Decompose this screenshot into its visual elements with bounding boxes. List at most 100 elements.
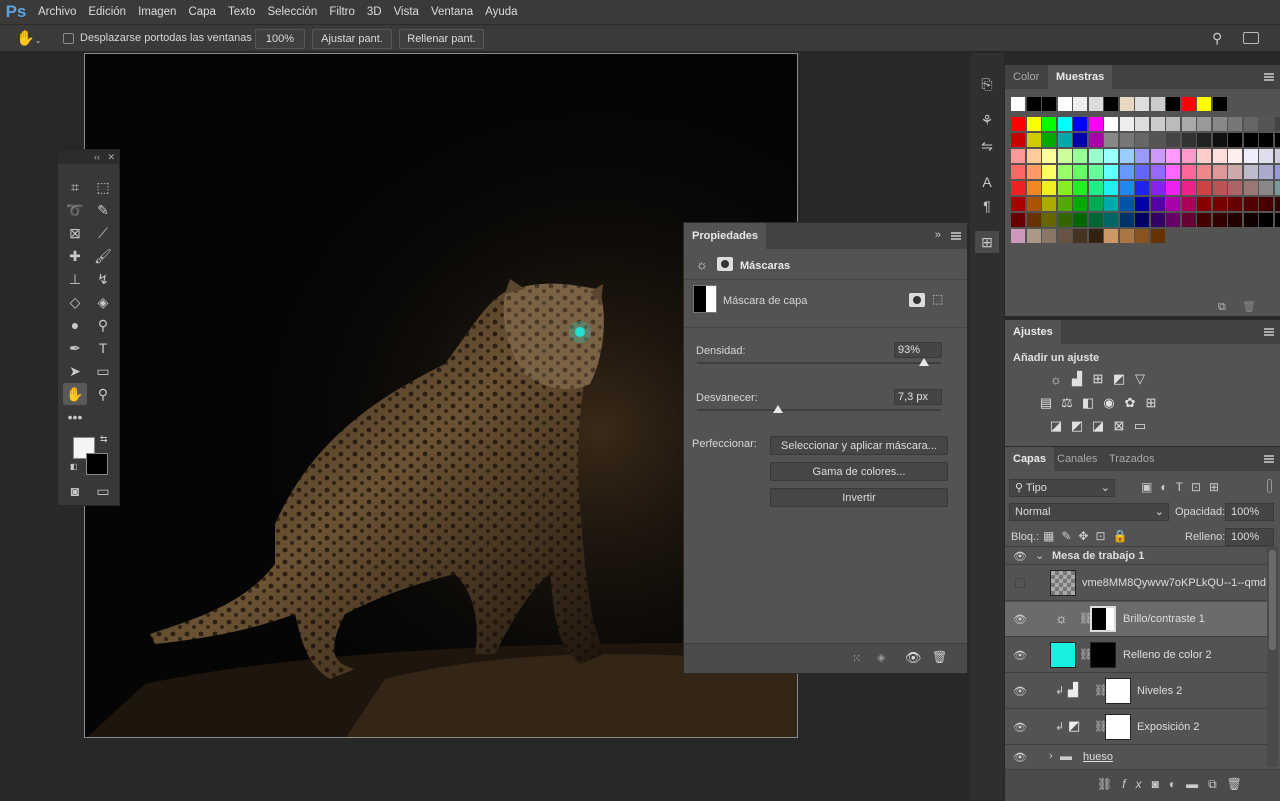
black-white-icon[interactable]: ◧ xyxy=(1079,394,1097,412)
color-swatch[interactable] xyxy=(1120,117,1134,131)
color-swatch[interactable] xyxy=(1011,97,1025,111)
filter-toggle[interactable] xyxy=(1267,479,1272,493)
color-swatch[interactable] xyxy=(1104,149,1118,163)
crop-tool-icon[interactable]: ⌗ xyxy=(63,176,87,198)
mask-section-icon[interactable] xyxy=(717,257,733,271)
color-swatch[interactable] xyxy=(1058,181,1072,195)
color-swatch[interactable] xyxy=(1089,181,1103,195)
character-panel-icon[interactable]: A xyxy=(975,171,999,193)
brightness-adjustment-icon[interactable]: ☼ xyxy=(696,257,712,273)
color-swatch[interactable] xyxy=(1228,165,1242,179)
color-swatch[interactable] xyxy=(1151,181,1165,195)
color-swatch[interactable] xyxy=(1166,149,1180,163)
layer-row-selected[interactable]: 👁 ☼ ⛓ Brillo/contraste 1 xyxy=(1005,602,1267,637)
visibility-eye-icon[interactable]: 👁 xyxy=(1013,721,1027,734)
color-swatch[interactable] xyxy=(1166,117,1180,131)
tab-layers[interactable]: Capas xyxy=(1005,447,1054,471)
color-swatch[interactable] xyxy=(1058,97,1072,111)
fill-field[interactable]: 100% xyxy=(1225,528,1274,546)
select-pixel-mask-icon[interactable] xyxy=(909,293,925,307)
visibility-eye-icon[interactable]: 👁 xyxy=(1013,550,1027,563)
color-swatch[interactable] xyxy=(1166,197,1180,211)
layer-filter-icons[interactable]: ▣◐T⊡⊞ xyxy=(1141,480,1227,494)
color-swatch[interactable] xyxy=(1151,117,1165,131)
visibility-eye-icon[interactable]: 👁 xyxy=(1013,685,1027,698)
swatch-grid[interactable] xyxy=(1005,97,1280,277)
color-swatch[interactable] xyxy=(1027,165,1041,179)
opacity-field[interactable]: 100% xyxy=(1225,503,1274,521)
menu-archivo[interactable]: Archivo xyxy=(32,0,82,24)
fit-screen-button[interactable]: Ajustar pant. xyxy=(312,29,392,49)
color-swatch[interactable] xyxy=(1011,181,1025,195)
visibility-eye-icon[interactable]: 👁 xyxy=(1013,751,1027,764)
color-swatch[interactable] xyxy=(1073,165,1087,179)
color-swatch[interactable] xyxy=(1244,213,1258,227)
layer-row[interactable]: 👁 ⛓ Relleno de color 2 xyxy=(1005,638,1267,673)
color-swatch[interactable] xyxy=(1027,133,1041,147)
color-swatch[interactable] xyxy=(1135,181,1149,195)
color-swatch[interactable] xyxy=(1213,181,1227,195)
color-swatch[interactable] xyxy=(1089,165,1103,179)
color-swatch[interactable] xyxy=(1166,133,1180,147)
color-swatch[interactable] xyxy=(1166,213,1180,227)
color-swatch[interactable] xyxy=(1058,117,1072,131)
color-swatch[interactable] xyxy=(1042,165,1056,179)
color-swatch[interactable] xyxy=(1120,197,1134,211)
color-swatch[interactable] xyxy=(1259,197,1273,211)
levels-icon[interactable]: ▟ xyxy=(1068,370,1086,388)
color-swatch[interactable] xyxy=(1042,117,1056,131)
color-swatch[interactable] xyxy=(1197,133,1211,147)
color-swatch[interactable] xyxy=(1120,229,1134,243)
feather-value[interactable]: 7,3 px xyxy=(894,389,942,405)
color-swatch[interactable] xyxy=(1275,197,1280,211)
quick-mask-icon[interactable]: ◙ xyxy=(63,480,87,502)
healing-brush-tool-icon[interactable]: ✚ xyxy=(63,245,87,267)
hue-saturation-icon[interactable]: ▤ xyxy=(1037,394,1055,412)
color-swatch[interactable] xyxy=(1151,213,1165,227)
brushes-panel-icon[interactable]: ⚘ xyxy=(975,109,999,131)
marquee-tool-icon[interactable]: ⬚ xyxy=(91,176,115,198)
color-swatch[interactable] xyxy=(1073,197,1087,211)
brush-tool-icon[interactable]: 🖌 xyxy=(91,245,115,267)
pen-tool-icon[interactable]: ✒ xyxy=(63,337,87,359)
color-swatch[interactable] xyxy=(1027,97,1041,111)
stamp-tool-icon[interactable]: ⊥ xyxy=(63,268,87,290)
color-swatch[interactable] xyxy=(1027,197,1041,211)
color-swatch[interactable] xyxy=(1042,213,1056,227)
color-swatch[interactable] xyxy=(1259,213,1273,227)
curves-icon[interactable]: ⊞ xyxy=(1089,370,1107,388)
color-swatch[interactable] xyxy=(1244,165,1258,179)
color-swatch[interactable] xyxy=(1120,133,1134,147)
panel-menu-icon[interactable] xyxy=(951,232,961,240)
density-value[interactable]: 93% xyxy=(894,342,942,358)
color-swatch[interactable] xyxy=(1228,149,1242,163)
color-swatch[interactable] xyxy=(1135,97,1149,111)
delete-swatch-icon[interactable]: 🗑 xyxy=(1242,300,1256,313)
hidden-visibility-box[interactable] xyxy=(1015,578,1025,588)
color-swatch[interactable] xyxy=(1104,213,1118,227)
visibility-eye-icon[interactable]: 👁 xyxy=(1013,649,1027,662)
color-swatch[interactable] xyxy=(1275,117,1280,131)
type-tool-icon[interactable]: T xyxy=(91,337,115,359)
hand-tool-icon[interactable]: ✋ xyxy=(63,383,87,405)
gradient-map-icon[interactable]: ▭ xyxy=(1131,417,1149,435)
collapse-icon[interactable]: » xyxy=(935,229,941,241)
properties-tab[interactable]: Propiedades xyxy=(684,223,766,249)
menu-seleccion[interactable]: Selección xyxy=(261,0,323,24)
tab-adjustments[interactable]: Ajustes xyxy=(1005,320,1061,344)
menu-3d[interactable]: 3D xyxy=(361,0,388,24)
brush-settings-icon[interactable]: ⇋ xyxy=(975,135,999,157)
color-swatch[interactable] xyxy=(1213,117,1227,131)
layer-row[interactable]: 👁 ↲ ◩ ⛓ Exposición 2 xyxy=(1005,710,1267,745)
color-swatch[interactable] xyxy=(1228,197,1242,211)
color-range-button[interactable]: Gama de colores... xyxy=(770,462,948,481)
properties-panel-icon[interactable]: ⊞ xyxy=(975,231,999,253)
menu-vista[interactable]: Vista xyxy=(388,0,425,24)
layer-row[interactable]: 👁 ↲ ▟ ⛓ Niveles 2 xyxy=(1005,674,1267,709)
color-swatch[interactable] xyxy=(1089,213,1103,227)
color-swatch[interactable] xyxy=(1073,97,1087,111)
color-swatch[interactable] xyxy=(1135,117,1149,131)
color-swatch[interactable] xyxy=(1197,149,1211,163)
color-swatch[interactable] xyxy=(1073,149,1087,163)
color-swatch[interactable] xyxy=(1244,181,1258,195)
